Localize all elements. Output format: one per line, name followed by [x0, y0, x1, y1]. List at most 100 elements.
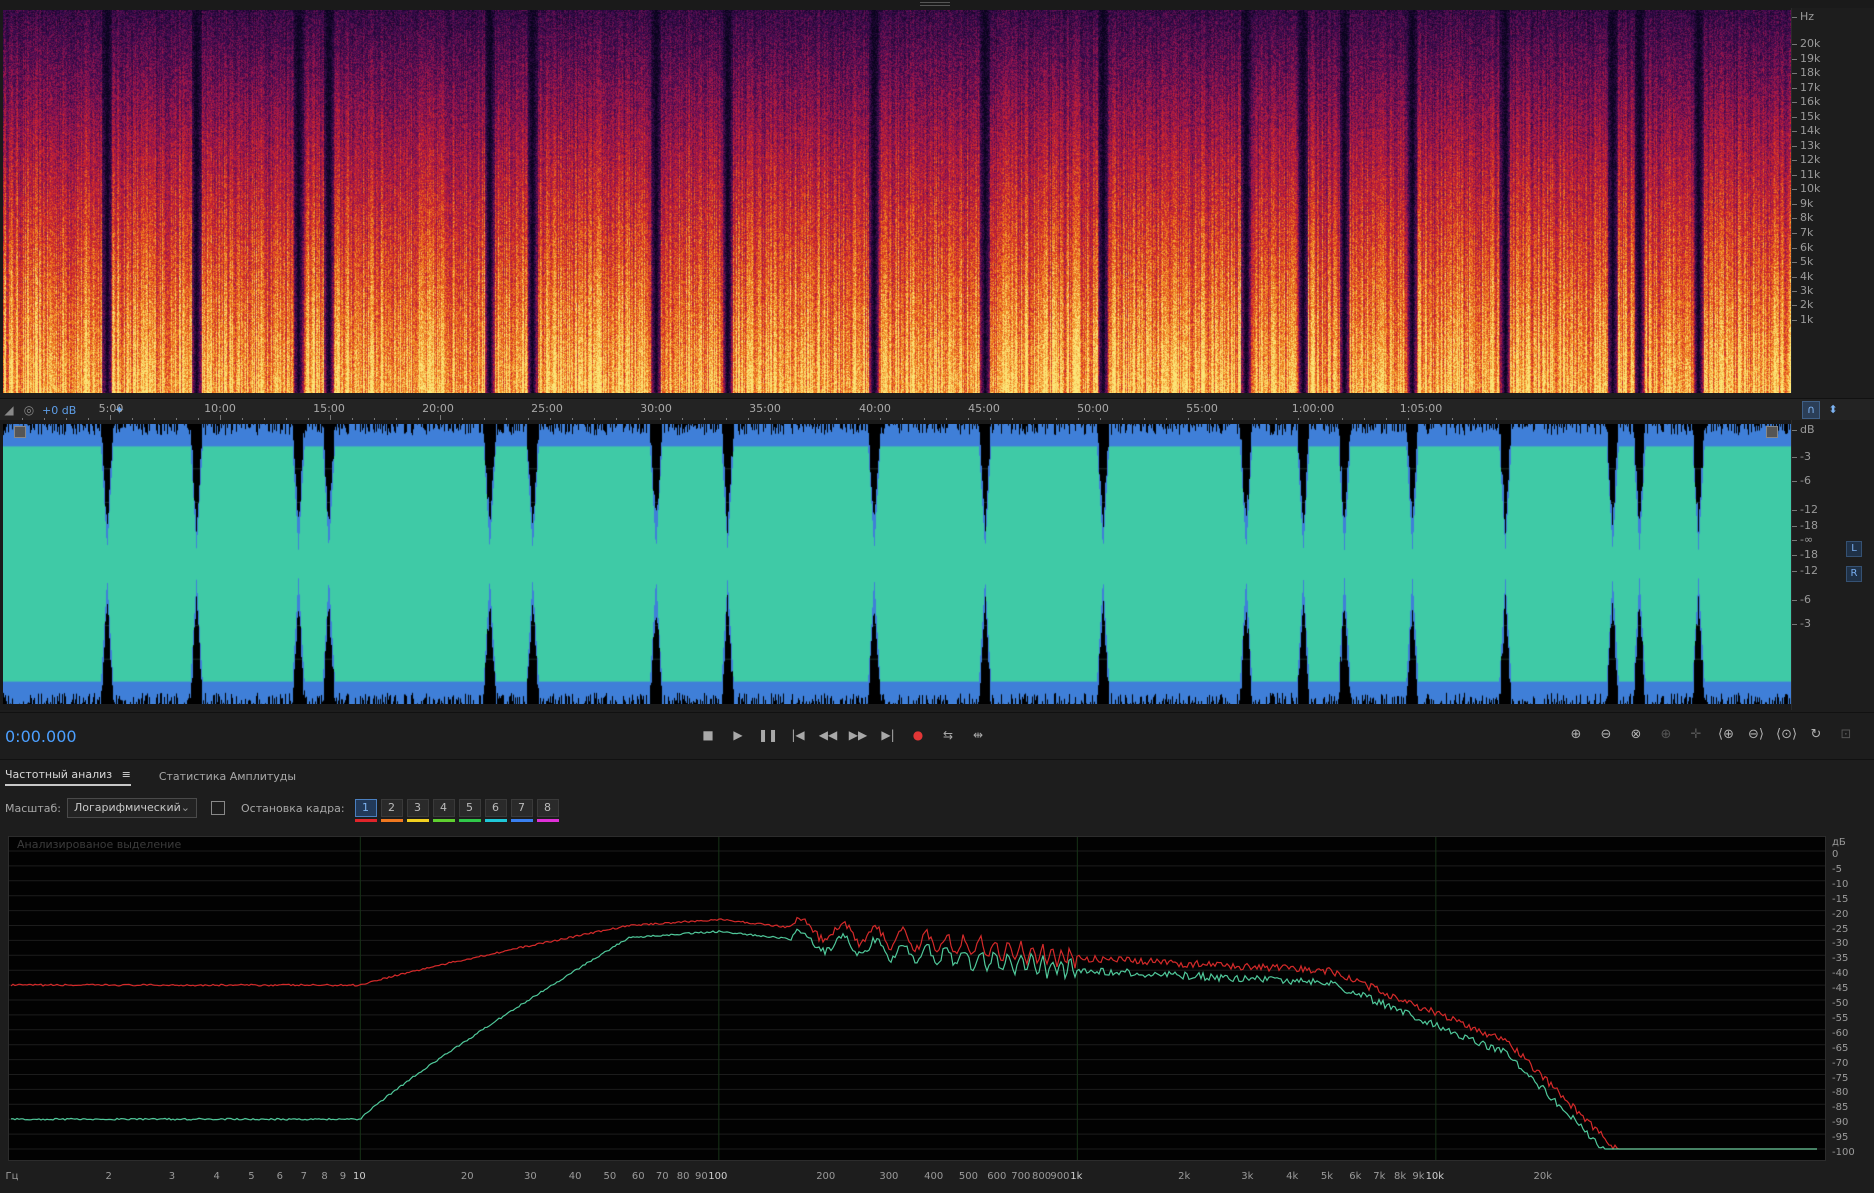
db-unit-label: dB: [1792, 423, 1815, 436]
freeze-frame-2[interactable]: 2: [380, 799, 403, 822]
graph-db-tick: -100: [1832, 1147, 1855, 1158]
freeze-frame-5[interactable]: 5: [458, 799, 481, 822]
fast-forward-button[interactable]: ▶▶: [848, 725, 868, 745]
tab-amplitude-statistics[interactable]: Статистика Амплитуды: [159, 770, 296, 786]
waveform-view[interactable]: [3, 424, 1791, 704]
rewind-button[interactable]: ◀◀: [818, 725, 838, 745]
hz-tick-label: 20k: [1791, 37, 1821, 50]
spectrum-curve-right: [10, 928, 1817, 1150]
db-tick-label: -6: [1792, 593, 1811, 606]
graph-db-tick: -85: [1832, 1102, 1849, 1114]
frequency-graph[interactable]: Анализированое выделение: [8, 836, 1826, 1161]
db-tick-label: -18: [1792, 548, 1818, 561]
freeze-frame-8[interactable]: 8: [536, 799, 559, 822]
zoom-in-left-button[interactable]: ⟨⊕: [1716, 725, 1736, 745]
time-tick-label: 45:00: [968, 402, 1000, 415]
graph-db-tick: -20: [1832, 908, 1849, 920]
graph-freq-tick: 3k: [1241, 1171, 1254, 1182]
graph-db-tick: -70: [1832, 1057, 1849, 1069]
headphones-icon[interactable]: ∩: [1802, 401, 1820, 419]
zoom-selection-button[interactable]: ✛: [1686, 725, 1706, 745]
gain-knob-icon[interactable]: ◎: [22, 403, 36, 417]
zoom-in-time-button[interactable]: ⊕: [1656, 725, 1676, 745]
graph-freq-tick: 20k: [1533, 1171, 1552, 1182]
hz-tick-label: 15k: [1791, 110, 1821, 123]
hz-tick-label: 4k: [1791, 270, 1814, 283]
freeze-frame-number: 7: [518, 801, 526, 814]
spectral-frequency-view[interactable]: [3, 10, 1791, 393]
graph-freq-tick: 6: [276, 1171, 283, 1182]
graph-freq-tick: 100: [708, 1171, 728, 1182]
scale-label: Масштаб:: [5, 801, 61, 815]
time-tick-label: 30:00: [640, 402, 672, 415]
freeze-frame-3[interactable]: 3: [406, 799, 429, 822]
zoom-out-amplitude-button[interactable]: ⊖: [1596, 725, 1616, 745]
graph-freq-tick: 50: [603, 1171, 617, 1182]
freeze-frame-1[interactable]: 1: [354, 799, 377, 822]
graph-freq-tick: 40: [568, 1171, 582, 1182]
freeze-frame-7[interactable]: 7: [510, 799, 533, 822]
zoom-to-selection-button[interactable]: ⊡: [1836, 725, 1856, 745]
zoom-out-time-button[interactable]: ⊖⟩: [1746, 725, 1766, 745]
go-to-start-button[interactable]: |◀: [788, 725, 808, 745]
freeze-frame-number: 6: [492, 801, 500, 814]
scale-value: Логарифмический: [73, 801, 181, 814]
graph-db-unit: дБ: [1832, 837, 1846, 848]
channel-right-button[interactable]: R: [1846, 566, 1862, 582]
graph-freq-tick: 7: [300, 1171, 307, 1182]
freeze-frame-number: 5: [466, 801, 474, 814]
graph-freq-tick: 700: [1011, 1171, 1031, 1182]
fade-out-handle[interactable]: [1766, 426, 1778, 438]
hz-tick-label: 12k: [1791, 153, 1821, 166]
graph-title: Анализированое выделение: [17, 838, 182, 851]
marker-pin-icon[interactable]: ⬍: [1824, 401, 1842, 419]
graph-freq-tick: 4k: [1286, 1171, 1299, 1182]
levels-icon[interactable]: ◢: [2, 403, 16, 417]
graph-freq-tick: 20: [460, 1171, 474, 1182]
zoom-history-button[interactable]: ↻: [1806, 725, 1826, 745]
hz-tick-label: 13k: [1791, 139, 1821, 152]
pause-button[interactable]: ❚❚: [758, 725, 778, 745]
graph-db-tick: -65: [1832, 1042, 1849, 1054]
current-time-display[interactable]: 0:00.000: [5, 727, 77, 746]
zoom-in-amplitude-button[interactable]: ⊕: [1566, 725, 1586, 745]
freeze-frame-number: 8: [544, 801, 552, 814]
db-tick-label: -3: [1792, 617, 1811, 630]
db-tick-label: -6: [1792, 474, 1811, 487]
time-tick-label: 40:00: [859, 402, 891, 415]
play-button[interactable]: ▶: [728, 725, 748, 745]
graph-db-tick: -50: [1832, 998, 1849, 1009]
graph-freq-tick: 7k: [1373, 1171, 1386, 1182]
hz-tick-label: 19k: [1791, 52, 1821, 65]
zoom-reset-button[interactable]: ⊗: [1626, 725, 1646, 745]
record-button[interactable]: ●: [908, 725, 928, 745]
tab-frequency-analysis[interactable]: Частотный анализ ≡: [5, 768, 131, 786]
panel-menu-icon[interactable]: ≡: [122, 768, 131, 781]
time-ruler[interactable]: ◢ ◎ +0 dB ✦ ∩ ⬍ 5:00 10:00 15:00 20:00 25:00…: [0, 398, 1874, 421]
loop-button[interactable]: ⇆: [938, 725, 958, 745]
freeze-frame-4[interactable]: 4: [432, 799, 455, 822]
go-to-end-button[interactable]: ▶|: [878, 725, 898, 745]
snapshot-icon[interactable]: [210, 801, 225, 815]
graph-freq-tick: 200: [816, 1171, 836, 1182]
stop-button[interactable]: ■: [698, 725, 718, 745]
graph-freq-tick: 60: [631, 1171, 645, 1182]
skip-selection-button[interactable]: ⇹: [968, 725, 988, 745]
fade-in-handle[interactable]: [14, 426, 26, 438]
gain-value[interactable]: +0 dB: [42, 404, 76, 417]
waveform-display[interactable]: dB L R -3 -6 -12 -18 -∞ -18 -12 -6 -3: [0, 420, 1874, 710]
hz-tick-label: 16k: [1791, 95, 1821, 108]
hz-tick-label: 9k: [1791, 197, 1814, 210]
graph-freq-tick: 80: [676, 1171, 690, 1182]
freeze-frame-label: Остановка кадра:: [240, 801, 345, 815]
freeze-frame-6[interactable]: 6: [484, 799, 507, 822]
panel-resize-grip[interactable]: [920, 2, 950, 6]
scale-dropdown[interactable]: Логарифмический ⌄: [66, 798, 197, 818]
graph-db-tick: -25: [1832, 923, 1849, 935]
transport-controls: ■ ▶ ❚❚ |◀ ◀◀ ▶▶ ▶| ● ⇆ ⇹: [698, 725, 988, 745]
graph-freq-tick: 400: [924, 1171, 944, 1182]
zoom-full-button[interactable]: ⟨⊙⟩: [1776, 725, 1797, 745]
channel-left-button[interactable]: L: [1846, 541, 1862, 557]
spectral-display[interactable]: Hz 20k 19k 18k 17k 16k 15k 14k 13k 12k 11k 10k 9k 8k…: [0, 0, 1874, 393]
graph-freq-tick: 9: [339, 1171, 347, 1182]
